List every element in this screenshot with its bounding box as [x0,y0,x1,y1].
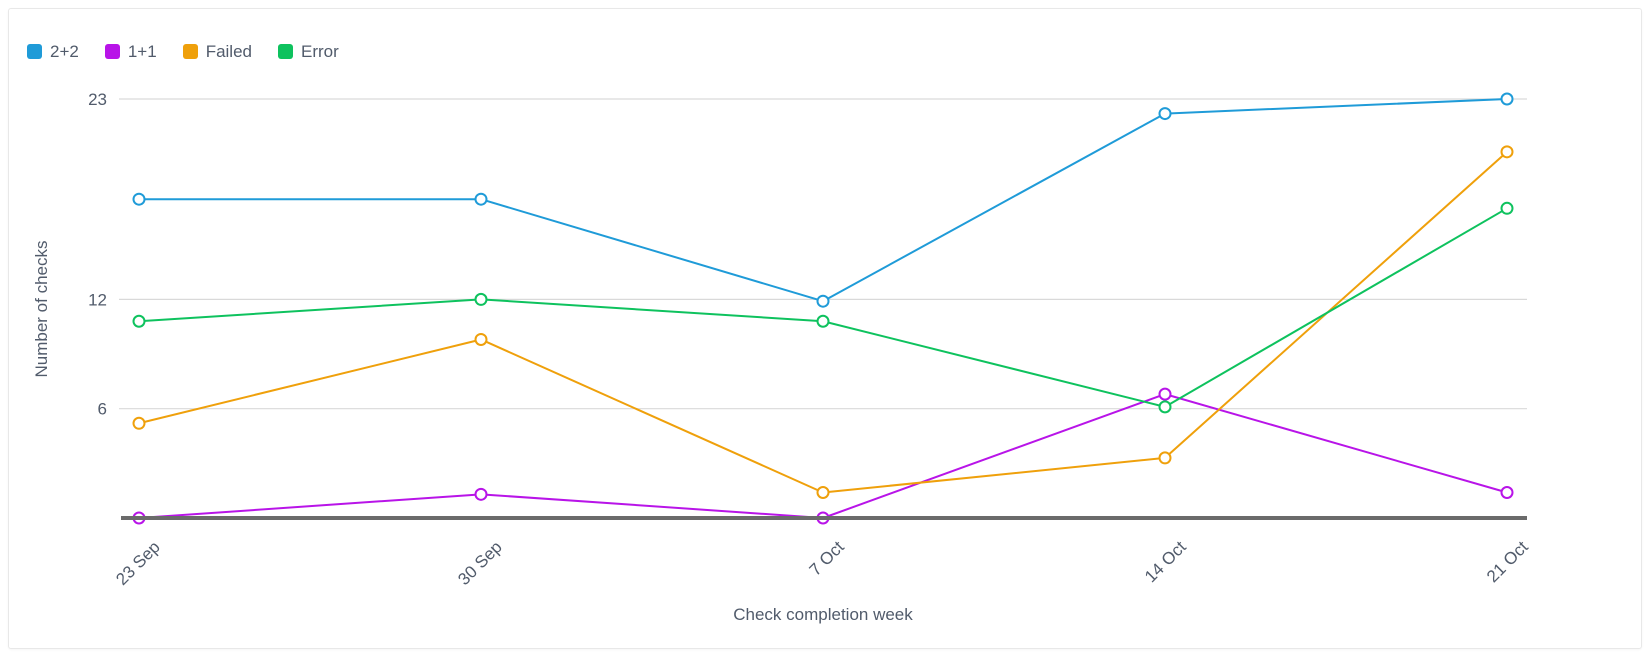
x-tick-label-14-oct: 14 Oct [1141,537,1190,586]
data-point-2+2-7 Oct[interactable] [816,294,830,308]
series-line-1+1 [138,393,1508,519]
data-point-Failed-14 Oct[interactable] [1158,451,1172,465]
x-tick-label-30-sep: 30 Sep [454,537,506,589]
y-tick-label-23: 23 [88,90,107,109]
data-point-Error-23 Sep[interactable] [132,314,146,328]
line-chart-svg: 23 12 6 23 Sep 30 Sep 7 Oct 14 Oct 21 Oct Numb… [32,90,1532,624]
x-tick-label-7-oct: 7 Oct [806,537,848,579]
chart-card: 2+2 1+1 Failed Error 23 12 6 23 Sep 30 Sep 7… [8,8,1642,649]
data-point-1+1-30 Sep[interactable] [474,487,488,501]
y-tick-label-12: 12 [88,290,107,309]
series-group [132,92,1514,525]
x-axis-tick-labels: 23 Sep 30 Sep 7 Oct 14 Oct 21 Oct [112,537,1532,589]
data-point-Failed-23 Sep[interactable] [132,416,146,430]
data-point-1+1-14 Oct[interactable] [1158,387,1172,401]
data-point-2+2-23 Sep[interactable] [132,192,146,206]
gridlines [119,98,1527,410]
series-2+2 [132,92,1514,308]
series-line-2+2 [138,98,1508,303]
data-point-Failed-21 Oct[interactable] [1500,145,1514,159]
data-point-Error-14 Oct[interactable] [1158,400,1172,414]
data-point-Error-30 Sep[interactable] [474,292,488,306]
data-point-Error-7 Oct[interactable] [816,314,830,328]
data-point-Error-21 Oct[interactable] [1500,201,1514,215]
y-tick-label-6: 6 [98,400,107,419]
data-point-1+1-21 Oct[interactable] [1500,485,1514,499]
y-axis-title: Number of checks [32,241,51,378]
plot-area: 23 12 6 23 Sep 30 Sep 7 Oct 14 Oct 21 Oct Numb… [9,9,1643,650]
data-point-Failed-30 Sep[interactable] [474,332,488,346]
x-axis-title: Check completion week [733,605,913,624]
data-point-2+2-30 Sep[interactable] [474,192,488,206]
data-point-2+2-21 Oct[interactable] [1500,92,1514,106]
y-axis-tick-labels: 23 12 6 [88,90,107,419]
data-point-2+2-14 Oct[interactable] [1158,107,1172,121]
x-tick-label-23-sep: 23 Sep [112,537,164,589]
x-tick-label-21-oct: 21 Oct [1483,537,1532,586]
data-point-Failed-7 Oct[interactable] [816,485,830,499]
